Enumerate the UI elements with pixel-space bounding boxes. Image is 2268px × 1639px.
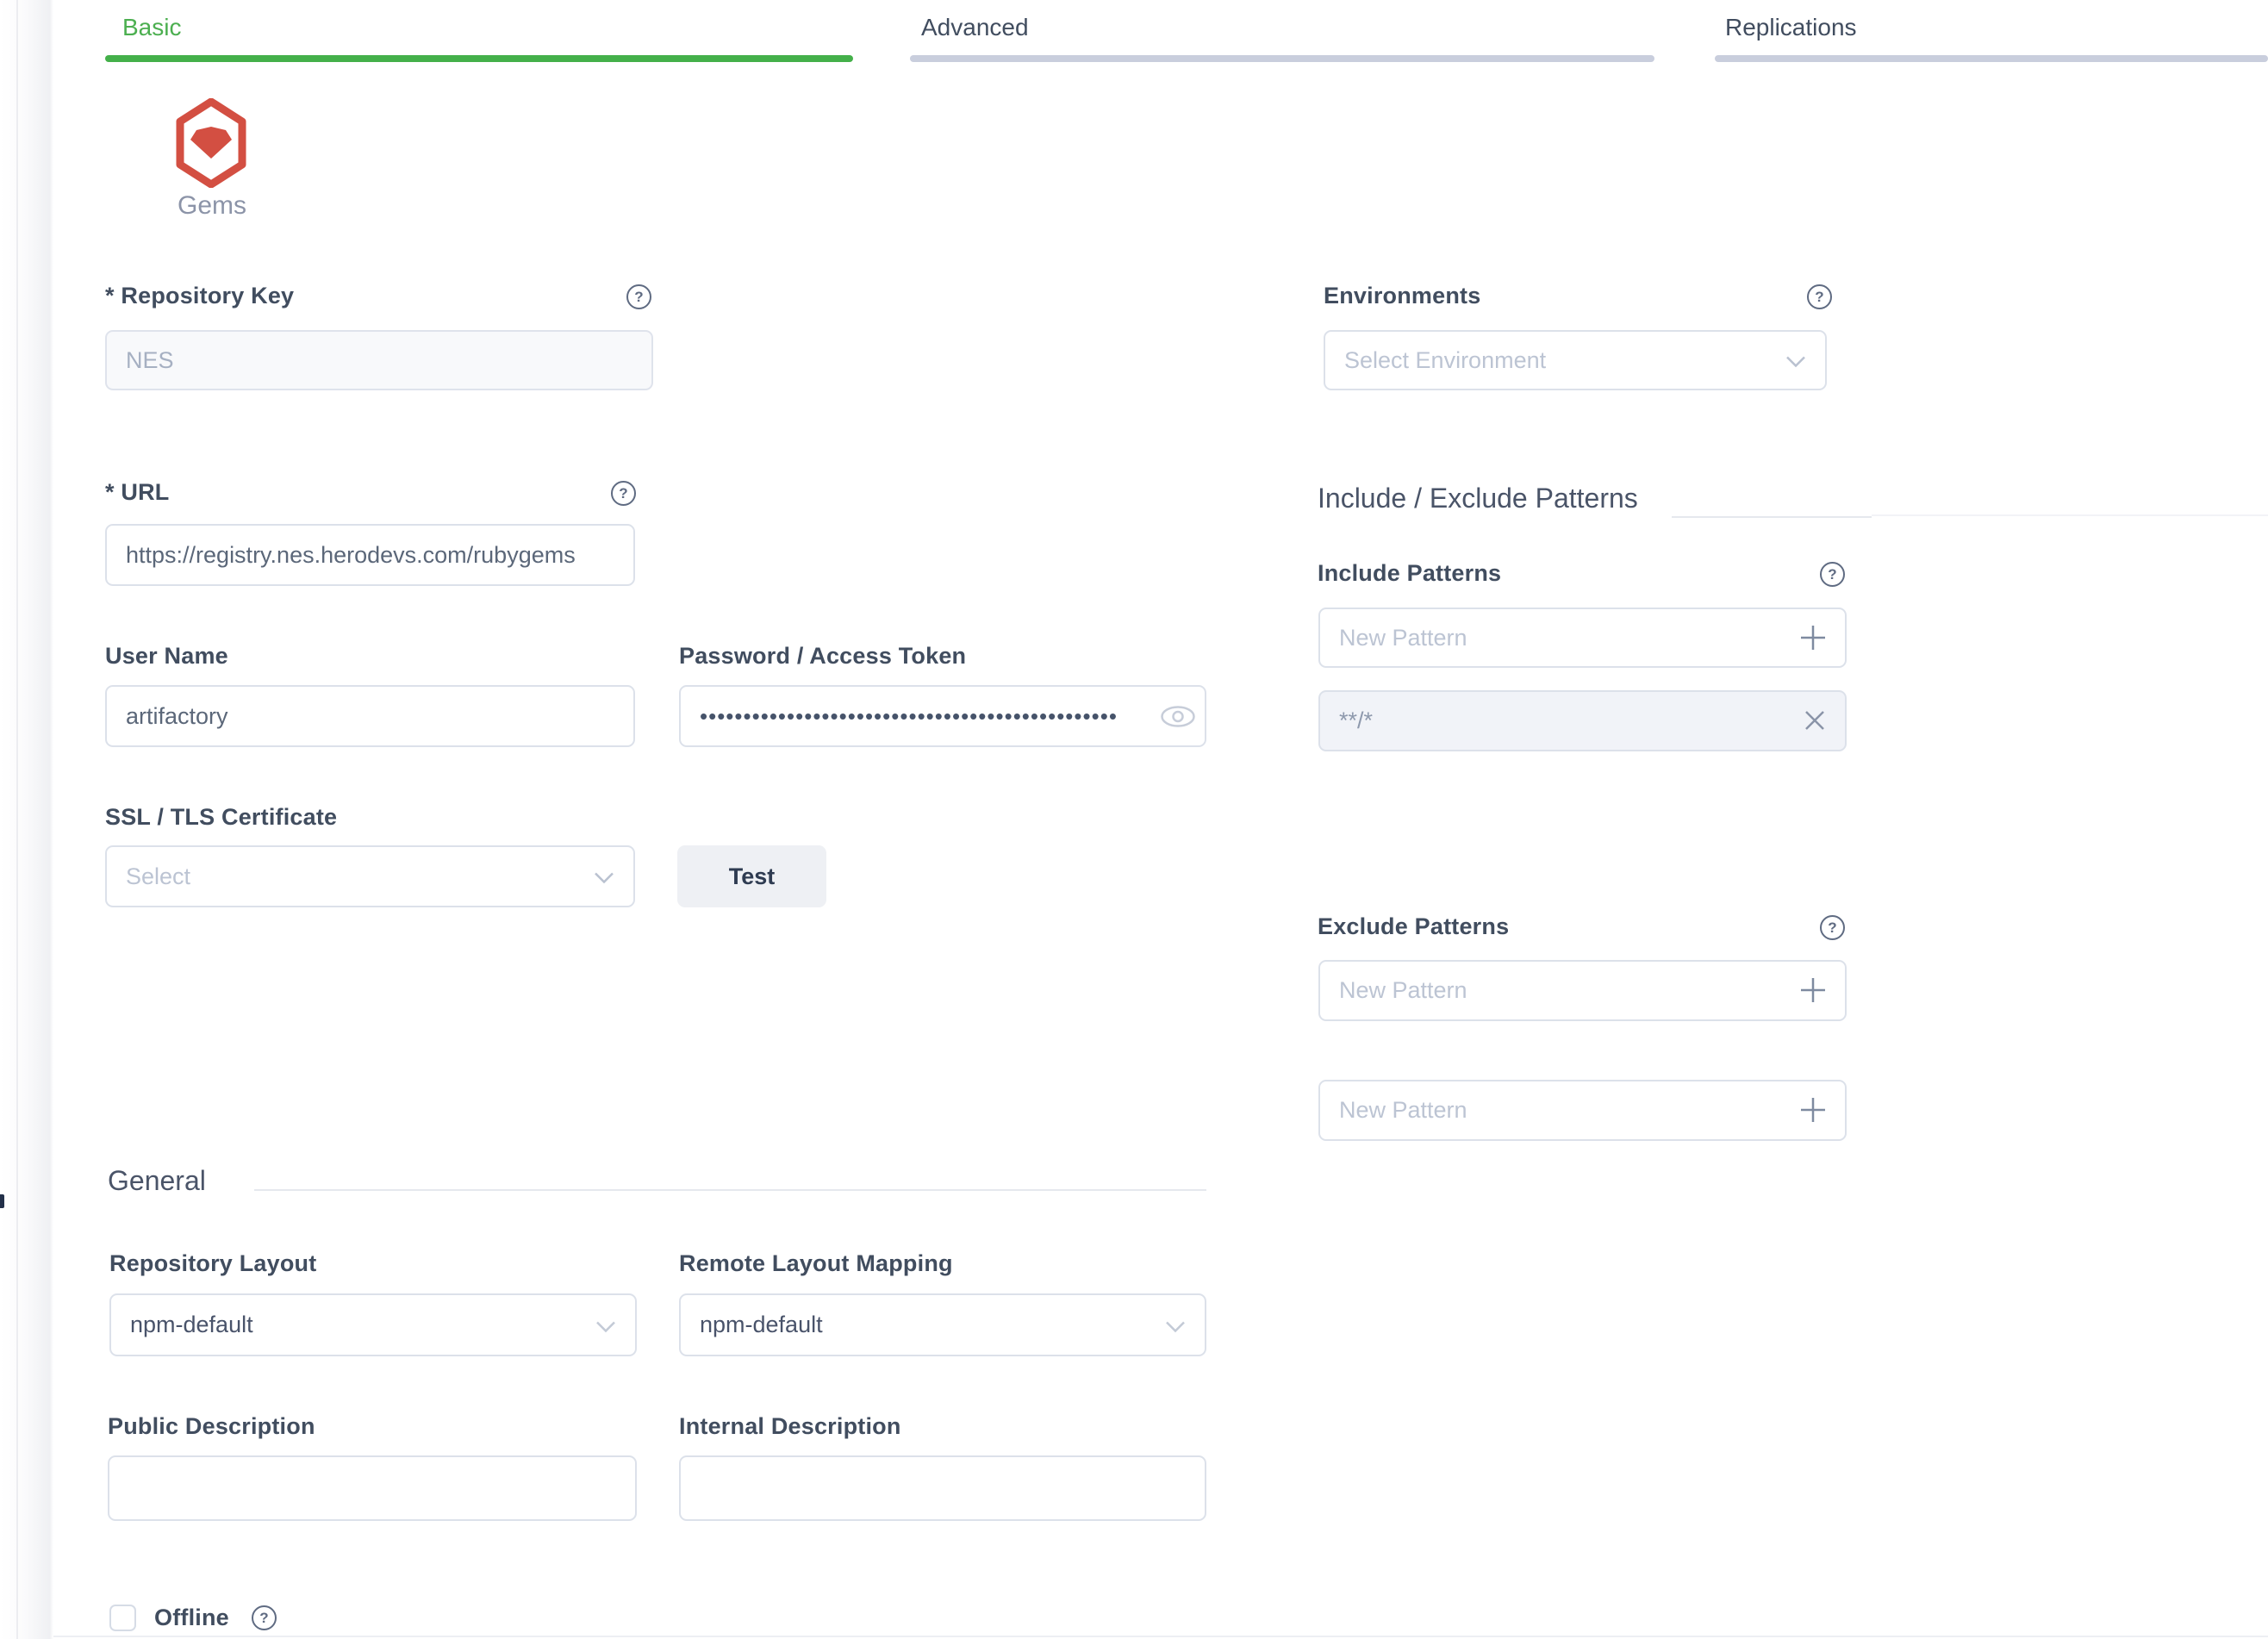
include-pattern-item-input[interactable] — [1318, 690, 1847, 751]
left-panel-divider — [16, 0, 18, 1639]
repository-layout-value: npm-default — [130, 1312, 253, 1338]
ssl-certificate-placeholder: Select — [126, 863, 190, 890]
exclude-pattern-new-input-2[interactable] — [1318, 1080, 1847, 1141]
chevron-down-icon — [1165, 1312, 1186, 1338]
remote-layout-mapping-value: npm-default — [700, 1312, 823, 1338]
url-help-icon[interactable]: ? — [611, 481, 636, 506]
chevron-down-icon — [1785, 347, 1806, 374]
package-type-label: Gems — [138, 191, 286, 221]
password-label: Password / Access Token — [679, 643, 966, 670]
patterns-section-title: Include / Exclude Patterns — [1318, 483, 1638, 514]
internal-description-label: Internal Description — [679, 1413, 901, 1440]
repository-key-input[interactable] — [105, 330, 653, 390]
patterns-section-divider — [1672, 516, 1872, 518]
remove-include-pattern-icon[interactable] — [1804, 709, 1826, 732]
tab-replications[interactable]: Replications — [1725, 14, 1857, 41]
repository-key-label: * Repository Key — [105, 283, 294, 309]
ssl-certificate-label: SSL / TLS Certificate — [105, 804, 337, 831]
offline-label: Offline — [154, 1605, 229, 1631]
repository-config-panel: Basic Advanced Replications Gems * Repos… — [0, 0, 2268, 1639]
general-section-title: General — [108, 1165, 206, 1197]
repository-key-help-icon[interactable]: ? — [626, 284, 651, 309]
tab-basic-underline — [105, 55, 853, 62]
username-label: User Name — [105, 643, 228, 670]
add-include-pattern-icon[interactable] — [1798, 623, 1828, 652]
bottom-divider — [53, 1636, 2268, 1637]
exclude-patterns-help-icon[interactable]: ? — [1820, 915, 1845, 940]
include-pattern-new-input[interactable] — [1318, 608, 1847, 668]
environments-placeholder: Select Environment — [1344, 347, 1546, 374]
ssl-certificate-select[interactable]: Select — [105, 845, 635, 907]
add-exclude-pattern-icon-2[interactable] — [1798, 1095, 1828, 1125]
tab-advanced-underline — [910, 55, 1654, 62]
patterns-section-divider-faint — [1872, 514, 2268, 516]
offline-help-icon[interactable]: ? — [252, 1605, 277, 1630]
gems-package-icon — [175, 98, 247, 188]
include-patterns-help-icon[interactable]: ? — [1820, 562, 1845, 587]
environments-select[interactable]: Select Environment — [1324, 330, 1827, 390]
repository-layout-label: Repository Layout — [109, 1250, 316, 1277]
repository-layout-select[interactable]: npm-default — [109, 1293, 637, 1356]
general-section-divider — [254, 1189, 1206, 1191]
tab-basic[interactable]: Basic — [122, 14, 181, 41]
offline-checkbox[interactable] — [109, 1605, 136, 1631]
remote-layout-mapping-select[interactable]: npm-default — [679, 1293, 1206, 1356]
chevron-down-icon — [595, 1312, 616, 1338]
url-input[interactable] — [105, 524, 635, 586]
tab-replications-underline — [1715, 55, 2268, 62]
url-label: * URL — [105, 479, 170, 506]
eye-icon[interactable] — [1160, 705, 1196, 728]
chevron-down-icon — [594, 863, 614, 890]
add-exclude-pattern-icon[interactable] — [1798, 975, 1828, 1005]
tab-advanced[interactable]: Advanced — [921, 14, 1029, 41]
remote-layout-mapping-label: Remote Layout Mapping — [679, 1250, 953, 1277]
public-description-label: Public Description — [108, 1413, 315, 1440]
background-content-sliver — [0, 1194, 4, 1208]
password-input[interactable] — [679, 685, 1206, 747]
exclude-pattern-new-input[interactable] — [1318, 960, 1847, 1021]
environments-help-icon[interactable]: ? — [1807, 284, 1832, 309]
exclude-patterns-label: Exclude Patterns — [1318, 913, 1509, 940]
environments-label: Environments — [1324, 283, 1480, 309]
include-patterns-label: Include Patterns — [1318, 560, 1501, 587]
internal-description-textarea[interactable] — [679, 1455, 1206, 1521]
left-panel-edge — [0, 0, 53, 1639]
public-description-textarea[interactable] — [108, 1455, 637, 1521]
test-button[interactable]: Test — [677, 845, 826, 907]
username-input[interactable] — [105, 685, 635, 747]
